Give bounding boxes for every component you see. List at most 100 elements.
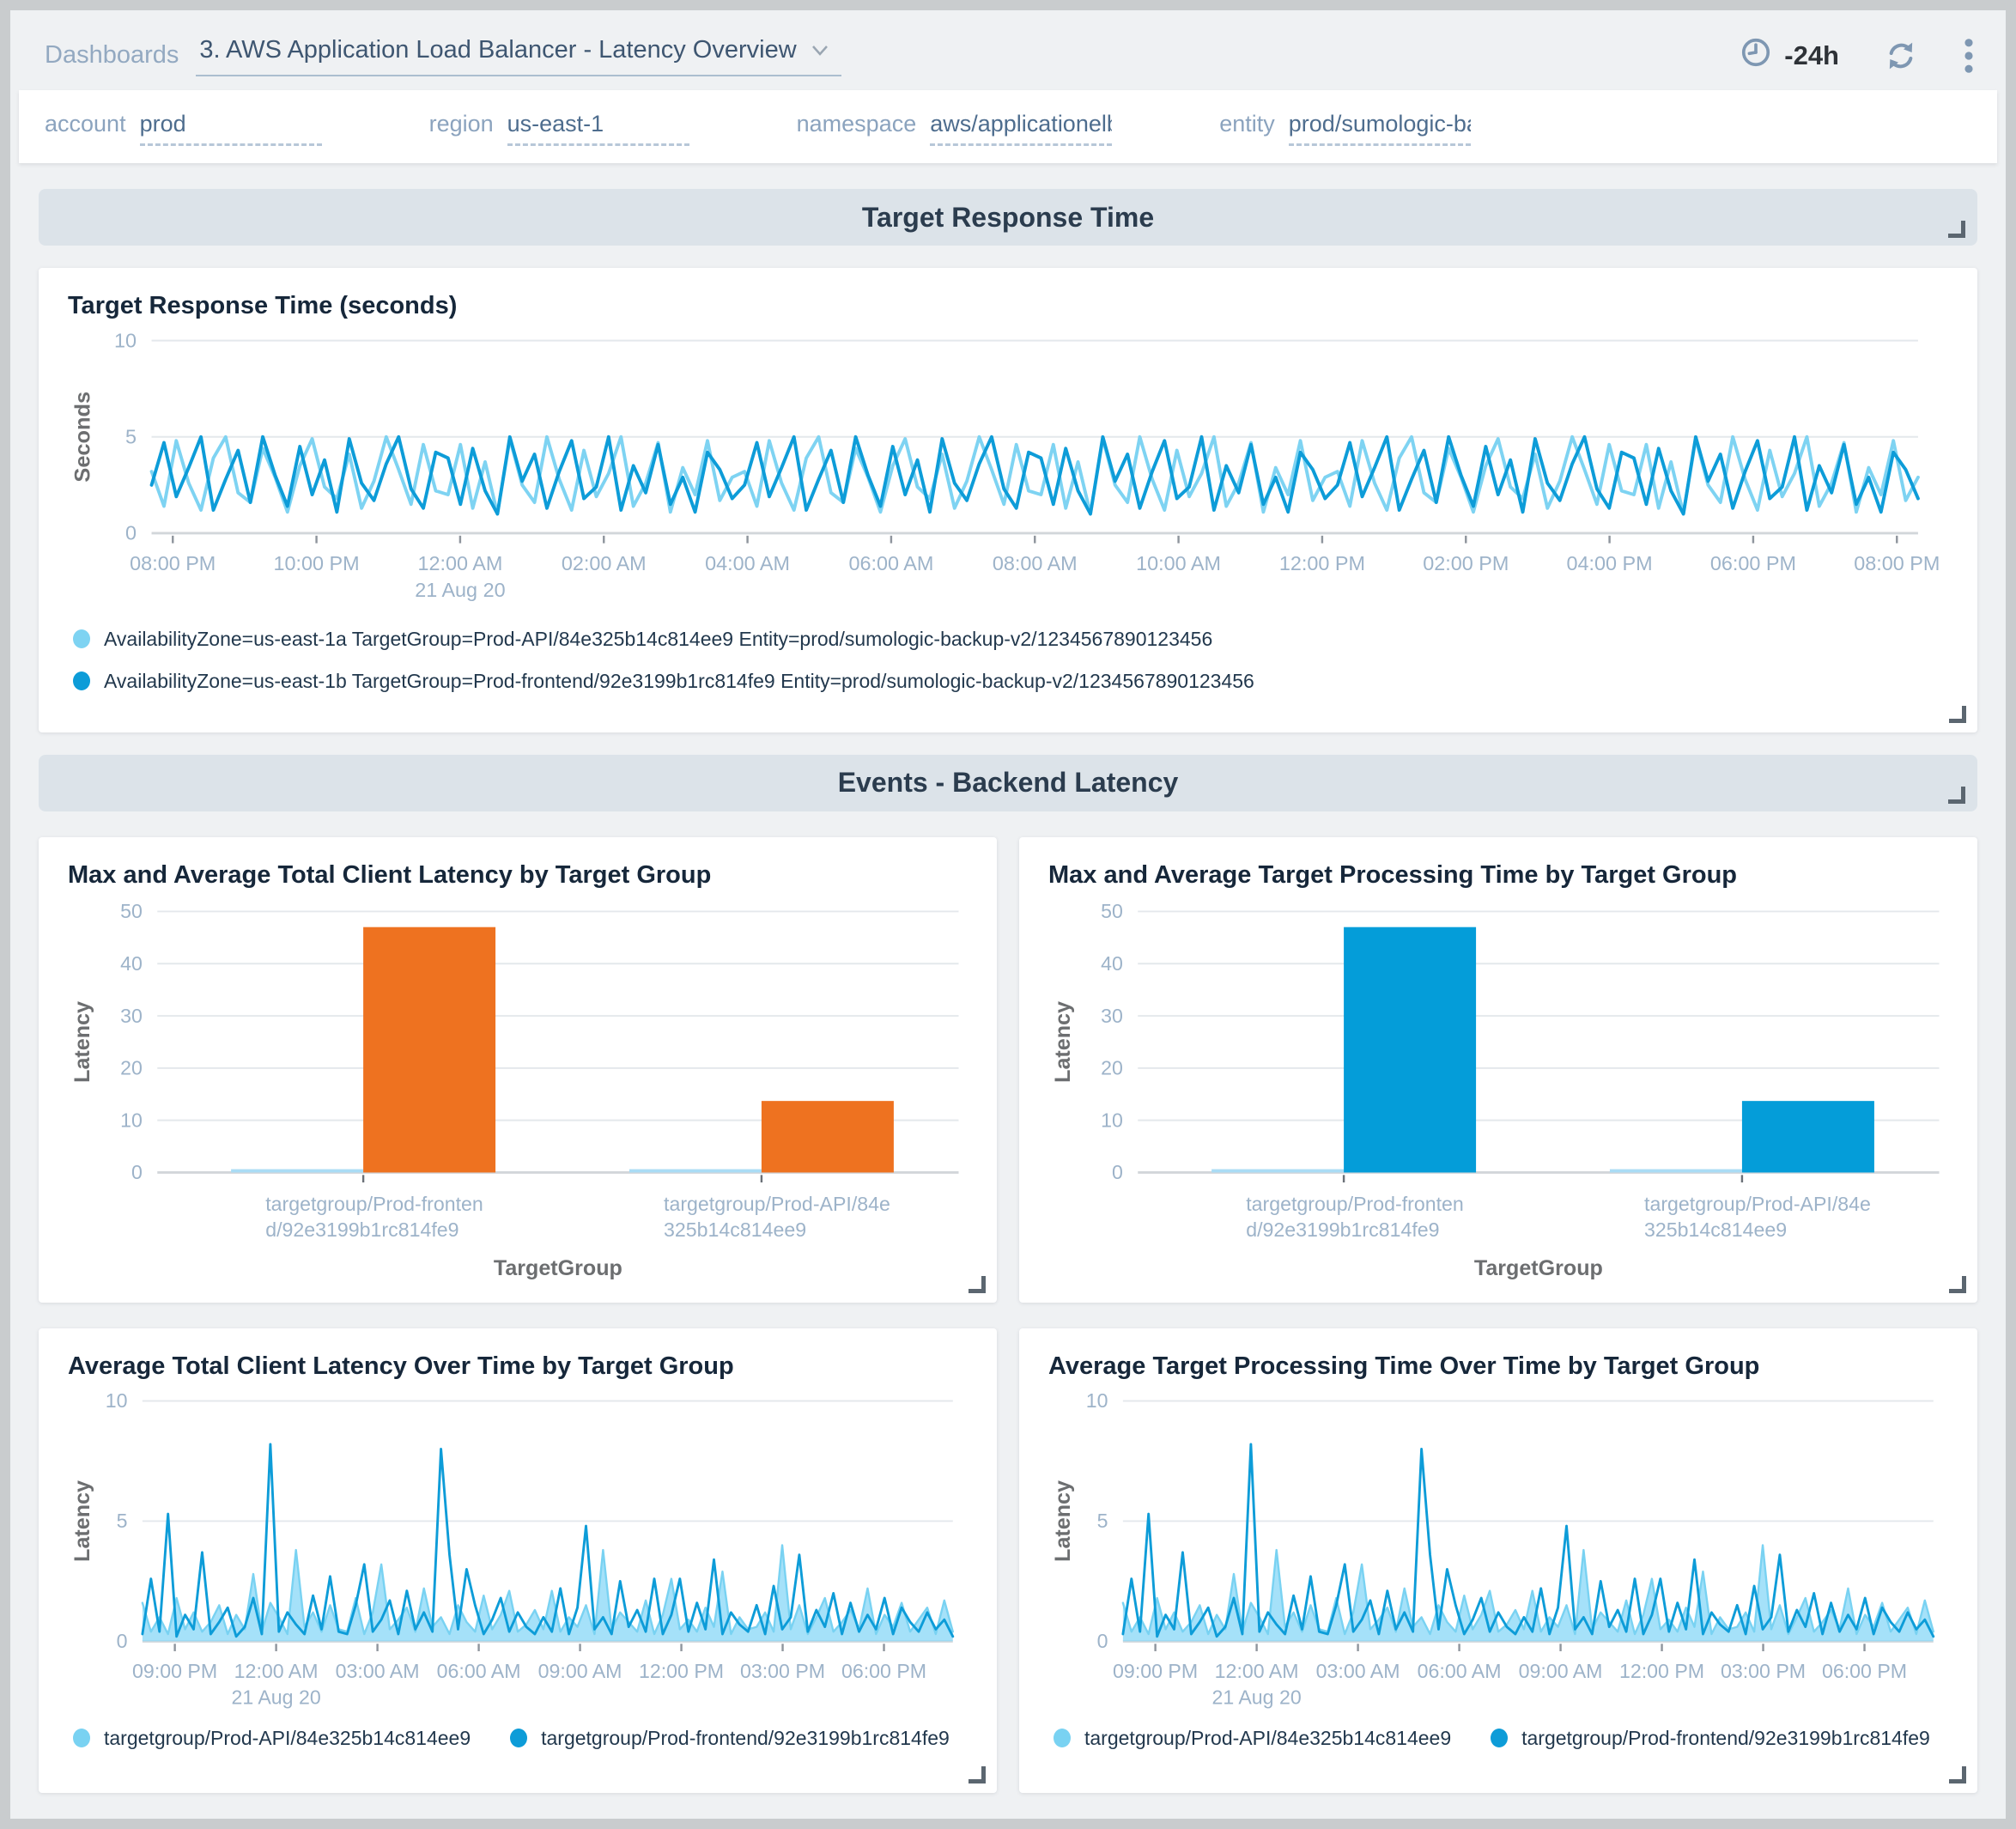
legend-label: targetgroup/Prod-API/84e325b14c814ee9 xyxy=(104,1727,471,1750)
target-response-time-chart: 0510Seconds08:00 PM10:00 PM12:00 AM21 Au… xyxy=(68,329,1952,609)
top-bar: Dashboards 3. AWS Application Load Balan… xyxy=(10,10,2006,85)
svg-text:20: 20 xyxy=(1101,1056,1123,1079)
breadcrumb[interactable]: Dashboards xyxy=(45,41,179,70)
svg-text:06:00 AM: 06:00 AM xyxy=(437,1660,521,1682)
legend-item[interactable]: targetgroup/Prod-frontend/92e3199b1rc814… xyxy=(510,1727,950,1750)
chart-legend: targetgroup/Prod-API/84e325b14c814ee9 tar… xyxy=(73,1727,971,1750)
svg-text:09:00 PM: 09:00 PM xyxy=(132,1660,217,1682)
legend-item[interactable]: targetgroup/Prod-frontend/92e3199b1rc814… xyxy=(1491,1727,1930,1750)
section-resize-handle[interactable] xyxy=(1948,221,1965,238)
svg-text:325b14c814ee9: 325b14c814ee9 xyxy=(664,1218,806,1240)
panel-title: Max and Average Target Processing Time b… xyxy=(1048,861,1952,890)
filter-entity-value[interactable]: prod/sumologic-backup xyxy=(1289,111,1471,146)
filter-entity: entity prod/sumologic-backup xyxy=(1219,111,1471,146)
svg-text:06:00 PM: 06:00 PM xyxy=(1710,552,1796,574)
filter-account-value[interactable]: prod xyxy=(140,111,322,146)
filter-account: account prod xyxy=(45,111,322,146)
svg-text:08:00 PM: 08:00 PM xyxy=(1854,552,1940,574)
svg-text:04:00 PM: 04:00 PM xyxy=(1567,552,1653,574)
legend-label: targetgroup/Prod-frontend/92e3199b1rc814… xyxy=(541,1727,950,1750)
svg-text:targetgroup/Prod-API/84e: targetgroup/Prod-API/84e xyxy=(664,1193,890,1215)
panel-resize-handle[interactable] xyxy=(1949,1276,1966,1293)
svg-text:12:00 AM: 12:00 AM xyxy=(234,1660,319,1682)
refresh-icon[interactable] xyxy=(1884,39,1918,73)
panel-target-response-time: Target Response Time (seconds) 0510Secon… xyxy=(39,268,1977,732)
panel-resize-handle[interactable] xyxy=(969,1766,986,1783)
svg-text:12:00 PM: 12:00 PM xyxy=(1619,1660,1704,1682)
svg-text:5: 5 xyxy=(125,426,137,448)
clock-icon xyxy=(1740,36,1772,76)
legend-label: targetgroup/Prod-frontend/92e3199b1rc814… xyxy=(1521,1727,1930,1750)
dashboard-app: Dashboards 3. AWS Application Load Balan… xyxy=(10,10,2006,1819)
svg-text:03:00 PM: 03:00 PM xyxy=(740,1660,825,1682)
svg-text:06:00 AM: 06:00 AM xyxy=(849,552,934,574)
legend-dot xyxy=(73,1729,90,1747)
panel-resize-handle[interactable] xyxy=(1949,706,1966,723)
legend-item[interactable]: targetgroup/Prod-API/84e325b14c814ee9 xyxy=(1054,1727,1451,1750)
filter-namespace-value[interactable]: aws/applicationelb xyxy=(930,111,1112,146)
chart-legend: AvailabilityZone=us-east-1a TargetGroup=… xyxy=(73,628,1952,693)
target-processing-time-chart: 0510Latency09:00 PM12:00 AM21 Aug 2003:0… xyxy=(1048,1389,1952,1717)
legend-dot xyxy=(510,1729,527,1747)
svg-text:10: 10 xyxy=(106,1390,128,1413)
legend-dot xyxy=(1491,1729,1508,1747)
svg-text:10: 10 xyxy=(1101,1109,1123,1131)
svg-text:d/92e3199b1rc814fe9: d/92e3199b1rc814fe9 xyxy=(1246,1218,1439,1240)
panel-title: Average Total Client Latency Over Time b… xyxy=(68,1352,971,1381)
svg-text:12:00 PM: 12:00 PM xyxy=(1279,552,1365,574)
client-latency-time-chart: 0510Latency09:00 PM12:00 AM21 Aug 2003:0… xyxy=(68,1389,971,1717)
section-title: Events - Backend Latency xyxy=(838,767,1179,799)
legend-dot xyxy=(1054,1729,1071,1747)
svg-text:Seconds: Seconds xyxy=(70,392,94,483)
topbar-actions: -24h xyxy=(1740,36,1975,76)
svg-text:03:00 AM: 03:00 AM xyxy=(1316,1660,1400,1682)
filter-region-value[interactable]: us-east-1 xyxy=(507,111,689,146)
svg-text:12:00 AM: 12:00 AM xyxy=(1215,1660,1299,1682)
filter-bar: account prod region us-east-1 namespace … xyxy=(19,90,1997,163)
filter-namespace: namespace aws/applicationelb xyxy=(797,111,1113,146)
svg-text:50: 50 xyxy=(1101,900,1123,922)
dashboard-title-dropdown[interactable]: 3. AWS Application Load Balancer - Laten… xyxy=(196,34,841,76)
kebab-menu-icon[interactable] xyxy=(1963,37,1975,75)
svg-text:5: 5 xyxy=(1097,1510,1108,1533)
svg-text:Latency: Latency xyxy=(1051,1480,1075,1562)
panel-resize-handle[interactable] xyxy=(1949,1766,1966,1783)
svg-text:30: 30 xyxy=(1101,1004,1123,1026)
svg-text:40: 40 xyxy=(1101,952,1123,975)
svg-text:targetgroup/Prod-fronten: targetgroup/Prod-fronten xyxy=(1246,1193,1464,1215)
client-latency-bar-chart: 01020304050Latencytargetgroup/Prod-front… xyxy=(68,898,971,1286)
svg-text:0: 0 xyxy=(125,522,137,544)
svg-text:0: 0 xyxy=(131,1161,143,1183)
svg-text:targetgroup/Prod-fronten: targetgroup/Prod-fronten xyxy=(265,1193,483,1215)
line-charts-row: Average Total Client Latency Over Time b… xyxy=(39,1328,1977,1792)
svg-text:Latency: Latency xyxy=(70,1001,94,1083)
filter-region: region us-east-1 xyxy=(429,111,689,146)
section-resize-handle[interactable] xyxy=(1948,787,1965,804)
legend-item[interactable]: AvailabilityZone=us-east-1b TargetGroup=… xyxy=(73,670,1952,693)
svg-text:03:00 AM: 03:00 AM xyxy=(336,1660,420,1682)
svg-text:0: 0 xyxy=(1097,1630,1108,1652)
svg-text:10:00 AM: 10:00 AM xyxy=(1136,552,1221,574)
legend-dot xyxy=(73,629,90,648)
panel-avg-client-latency-over-time: Average Total Client Latency Over Time b… xyxy=(39,1328,997,1792)
panel-title: Average Target Processing Time Over Time… xyxy=(1048,1352,1952,1381)
legend-item[interactable]: AvailabilityZone=us-east-1a TargetGroup=… xyxy=(73,628,1952,651)
time-range-control[interactable]: -24h xyxy=(1740,36,1839,76)
filter-label: entity xyxy=(1219,111,1275,137)
legend-item[interactable]: targetgroup/Prod-API/84e325b14c814ee9 xyxy=(73,1727,471,1750)
svg-text:10: 10 xyxy=(114,329,137,351)
svg-text:09:00 AM: 09:00 AM xyxy=(538,1660,622,1682)
legend-dot xyxy=(73,671,90,690)
dashboard-content: Target Response Time Target Response Tim… xyxy=(10,163,2006,1815)
svg-text:06:00 AM: 06:00 AM xyxy=(1418,1660,1502,1682)
section-header-target-response-time: Target Response Time xyxy=(39,189,1977,246)
panel-resize-handle[interactable] xyxy=(969,1276,986,1293)
svg-text:10: 10 xyxy=(120,1109,143,1131)
svg-text:02:00 AM: 02:00 AM xyxy=(562,552,647,574)
svg-text:Latency: Latency xyxy=(70,1480,94,1562)
chart-legend: targetgroup/Prod-API/84e325b14c814ee9 tar… xyxy=(1054,1727,1952,1750)
svg-text:50: 50 xyxy=(120,900,143,922)
svg-text:12:00 AM: 12:00 AM xyxy=(418,552,503,574)
svg-text:0: 0 xyxy=(1112,1161,1123,1183)
panel-avg-target-processing-over-time: Average Target Processing Time Over Time… xyxy=(1019,1328,1977,1792)
